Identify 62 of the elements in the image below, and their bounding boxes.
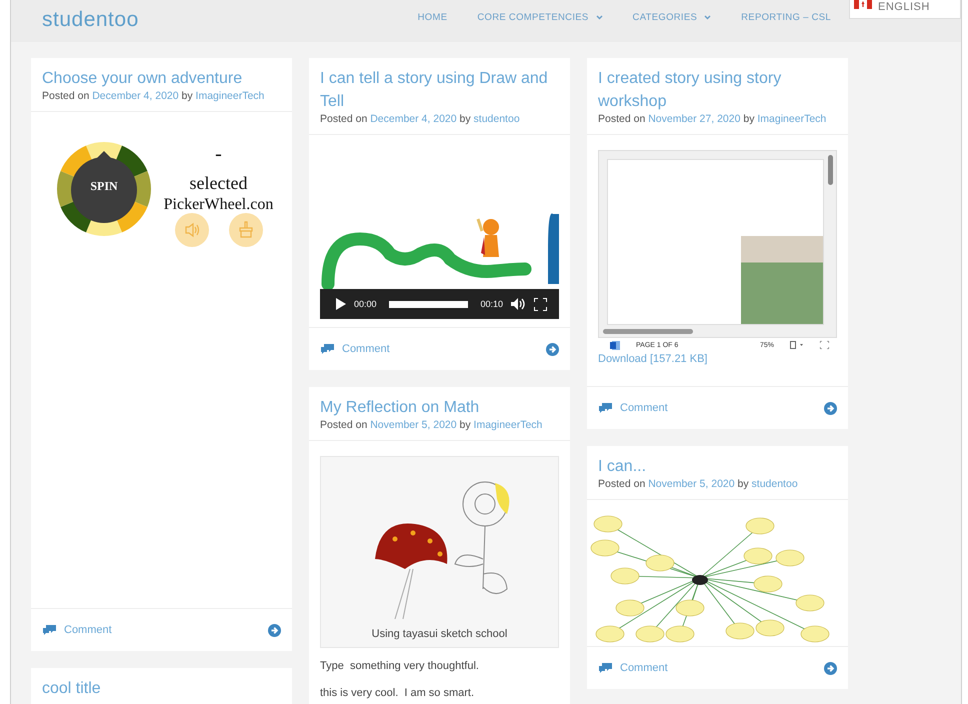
chevron-down-icon [704, 15, 712, 20]
comment-link[interactable]: Comment [598, 662, 668, 674]
flag-icon [854, 0, 872, 9]
post-title[interactable]: I can... [598, 455, 837, 478]
post-paragraph: Type something very thoughtful. [320, 659, 480, 674]
fit-screen-icon[interactable] [820, 341, 829, 349]
site-logo[interactable]: studentoo [42, 8, 139, 32]
nav-link[interactable]: CORE COMPETENCIES [477, 12, 603, 23]
wheel-brand-text: PickerWheel.con [164, 195, 274, 215]
scrollbar[interactable] [603, 329, 693, 334]
comment-link[interactable]: Comment [320, 343, 390, 355]
scrollbar[interactable] [828, 155, 833, 185]
author-link[interactable]: ImagineerTech [474, 419, 542, 431]
post-date-link[interactable]: November 5, 2020 [370, 419, 457, 431]
arrow-right-circle-icon[interactable] [268, 624, 281, 636]
author-link[interactable]: studentoo [752, 478, 798, 490]
post-title[interactable]: Choose your own adventure [42, 67, 281, 90]
author-link[interactable]: ImagineerTech [757, 113, 826, 125]
post-title[interactable]: I created story using story workshop [598, 67, 837, 113]
post-date-link[interactable]: December 4, 2020 [92, 90, 179, 102]
comment-icon [42, 624, 57, 636]
post-meta: Posted on November 5, 2020 by studentoo [598, 478, 799, 491]
post-paragraph: this is very cool. I am so smart. [320, 686, 476, 701]
download-link[interactable]: Download [157.21 KB] [598, 352, 837, 366]
wheel-result: - [215, 144, 222, 164]
comment-icon [320, 343, 335, 355]
nav-link[interactable]: REPORTING – CSL [741, 12, 831, 23]
language-selector[interactable]: ENGLISH [849, 0, 961, 19]
comment-link[interactable]: Comment [598, 402, 668, 414]
post-meta: Posted on November 27, 2020 by ImagineerTech [598, 113, 828, 126]
post-meta: Posted on December 4, 2020 by ImagineerTech [42, 90, 266, 103]
post-date-link[interactable]: November 27, 2020 [648, 113, 740, 125]
comment-link[interactable]: Comment [42, 624, 112, 636]
author-link[interactable]: studentoo [474, 113, 520, 125]
seek-bar[interactable] [388, 300, 468, 308]
post-meta: Posted on November 5, 2020 by ImagineerTech [320, 419, 544, 432]
view-mode-icon[interactable] [790, 341, 804, 349]
post-meta: Posted on December 4, 2020 by studentoo [320, 113, 521, 126]
post-title[interactable]: I can tell a story using Draw and Tell [320, 67, 559, 113]
nav-link[interactable]: CATEGORIES [632, 12, 712, 23]
post-title[interactable]: My Reflection on Math [320, 396, 559, 419]
arrow-right-circle-icon[interactable] [824, 402, 837, 414]
volume-icon[interactable] [511, 298, 526, 310]
author-link[interactable]: ImagineerTech [196, 90, 264, 102]
fullscreen-icon[interactable] [534, 298, 547, 310]
play-icon[interactable] [336, 298, 346, 310]
wheel-status: selected [190, 172, 248, 194]
comment-icon [598, 662, 613, 674]
image-caption: Using tayasui sketch school [372, 628, 508, 640]
chevron-down-icon [596, 15, 603, 20]
current-time: 00:00 [354, 299, 377, 309]
document-viewer[interactable] [598, 150, 837, 338]
post-date-link[interactable]: November 5, 2020 [648, 478, 735, 490]
spinner-wheel[interactable] [56, 141, 152, 237]
nav-link[interactable]: HOME [418, 12, 448, 23]
spin-label[interactable]: SPIN [56, 179, 152, 194]
document-icon [610, 340, 620, 350]
arrow-right-circle-icon[interactable] [824, 662, 837, 674]
arrow-right-circle-icon[interactable] [546, 342, 559, 356]
comment-icon [598, 402, 613, 414]
duration-time: 00:10 [480, 299, 503, 309]
post-date-link[interactable]: December 4, 2020 [370, 113, 457, 125]
